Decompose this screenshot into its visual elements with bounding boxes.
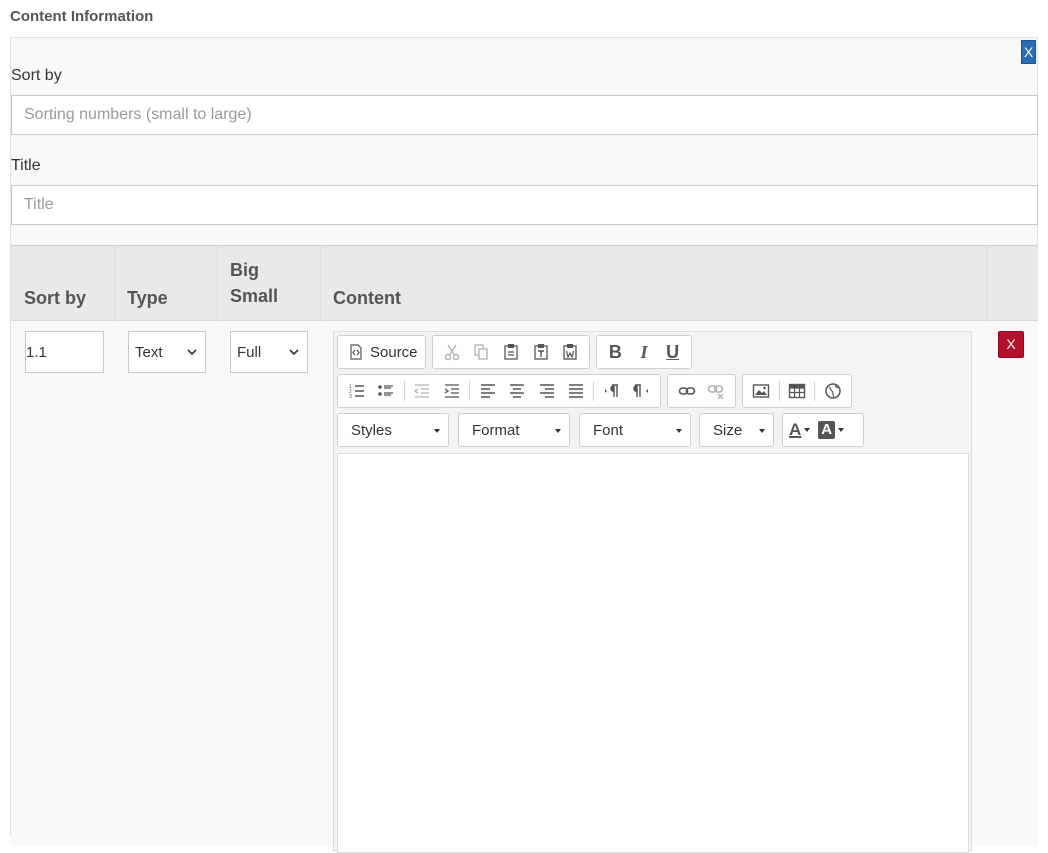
- rtl-direction-icon[interactable]: [627, 378, 656, 404]
- font-combo[interactable]: Font: [579, 413, 691, 447]
- chevron-down-icon: [187, 349, 197, 356]
- paragraph-group: 123: [337, 374, 661, 408]
- link-icon[interactable]: [672, 378, 702, 404]
- paste-icon[interactable]: [496, 339, 526, 365]
- background-color-icon: A: [818, 421, 836, 439]
- source-group: Source: [337, 335, 426, 369]
- close-panel-button[interactable]: X: [1021, 40, 1036, 64]
- sort-by-input[interactable]: [11, 95, 1038, 135]
- source-label: Source: [370, 343, 418, 361]
- header-type: Type: [127, 288, 168, 308]
- background-color-button[interactable]: A: [818, 421, 845, 439]
- basic-style-group: B I U: [596, 335, 692, 369]
- numbered-list-icon[interactable]: 123: [342, 378, 371, 404]
- bulleted-list-icon[interactable]: [371, 378, 400, 404]
- header-sort-by: Sort by: [24, 288, 87, 308]
- size-label: Size: [713, 421, 743, 439]
- row-size-select[interactable]: Full: [230, 331, 308, 373]
- content-panel: X Sort by Title Sort by Type Big Small C…: [10, 37, 1038, 853]
- insert-group: [742, 374, 852, 408]
- table-header: Sort by Type Big Small Content: [11, 246, 1038, 321]
- align-center-icon[interactable]: [503, 378, 532, 404]
- bold-button[interactable]: B: [601, 339, 630, 365]
- row-size-value: Full: [237, 343, 262, 361]
- toolbar-separator: [778, 381, 780, 401]
- text-color-button[interactable]: A: [789, 420, 811, 440]
- row-type-value: Text: [135, 343, 163, 361]
- toolbar-separator: [403, 381, 405, 401]
- align-right-icon[interactable]: [532, 378, 561, 404]
- source-button[interactable]: Source: [342, 344, 424, 361]
- format-label: Format: [472, 421, 520, 439]
- rich-text-editor: Source B I U 123 Styles Format Font Size…: [333, 331, 972, 853]
- title-input[interactable]: [11, 185, 1038, 225]
- link-group: [667, 374, 736, 408]
- delete-row-button[interactable]: X: [998, 331, 1024, 358]
- clipboard-group: [432, 335, 590, 369]
- underline-button[interactable]: U: [658, 339, 687, 365]
- caret-down-icon: [838, 428, 845, 432]
- source-icon: [350, 344, 362, 360]
- paste-text-icon[interactable]: [526, 339, 556, 365]
- format-combo[interactable]: Format: [458, 413, 570, 447]
- paste-word-icon[interactable]: [555, 339, 585, 365]
- toolbar-separator: [814, 381, 816, 401]
- font-label: Font: [593, 421, 624, 439]
- decrease-indent-icon[interactable]: [408, 378, 437, 404]
- caret-down-icon: [555, 429, 561, 433]
- table-row: Text Full Source: [11, 321, 1038, 853]
- unlink-icon[interactable]: [702, 378, 732, 404]
- table-icon[interactable]: [783, 378, 812, 404]
- header-small: Small: [230, 286, 279, 306]
- toolbar-separator: [593, 381, 595, 401]
- globe-icon[interactable]: [818, 378, 847, 404]
- size-combo[interactable]: Size: [699, 413, 774, 447]
- align-left-icon[interactable]: [473, 378, 502, 404]
- ltr-direction-icon[interactable]: [597, 378, 626, 404]
- section-title: Content Information: [10, 8, 154, 25]
- row-type-select[interactable]: Text: [128, 331, 206, 373]
- toolbar-separator: [469, 381, 471, 401]
- increase-indent-icon[interactable]: [437, 378, 466, 404]
- sort-by-label: Sort by: [11, 67, 62, 84]
- caret-down-icon: [759, 429, 765, 433]
- cut-icon[interactable]: [437, 339, 467, 365]
- caret-down-icon: [434, 429, 440, 433]
- copy-icon[interactable]: [467, 339, 497, 365]
- header-content: Content: [333, 288, 401, 308]
- styles-label: Styles: [351, 421, 392, 439]
- editor-content-area[interactable]: [337, 453, 969, 853]
- italic-button[interactable]: I: [630, 339, 659, 365]
- title-label: Title: [11, 157, 41, 174]
- content-table: Sort by Type Big Small Content Text Full: [11, 245, 1038, 853]
- header-big: Big: [230, 260, 259, 280]
- svg-text:3: 3: [349, 394, 352, 400]
- color-group: A A: [782, 413, 864, 447]
- row-sort-input[interactable]: [25, 331, 104, 373]
- caret-down-icon: [676, 429, 682, 433]
- styles-combo[interactable]: Styles: [337, 413, 449, 447]
- header-big-small: Big Small: [217, 246, 320, 321]
- caret-down-icon: [804, 428, 811, 432]
- justify-icon[interactable]: [561, 378, 590, 404]
- chevron-down-icon: [289, 349, 299, 356]
- image-icon[interactable]: [747, 378, 776, 404]
- text-color-icon: A: [789, 420, 802, 439]
